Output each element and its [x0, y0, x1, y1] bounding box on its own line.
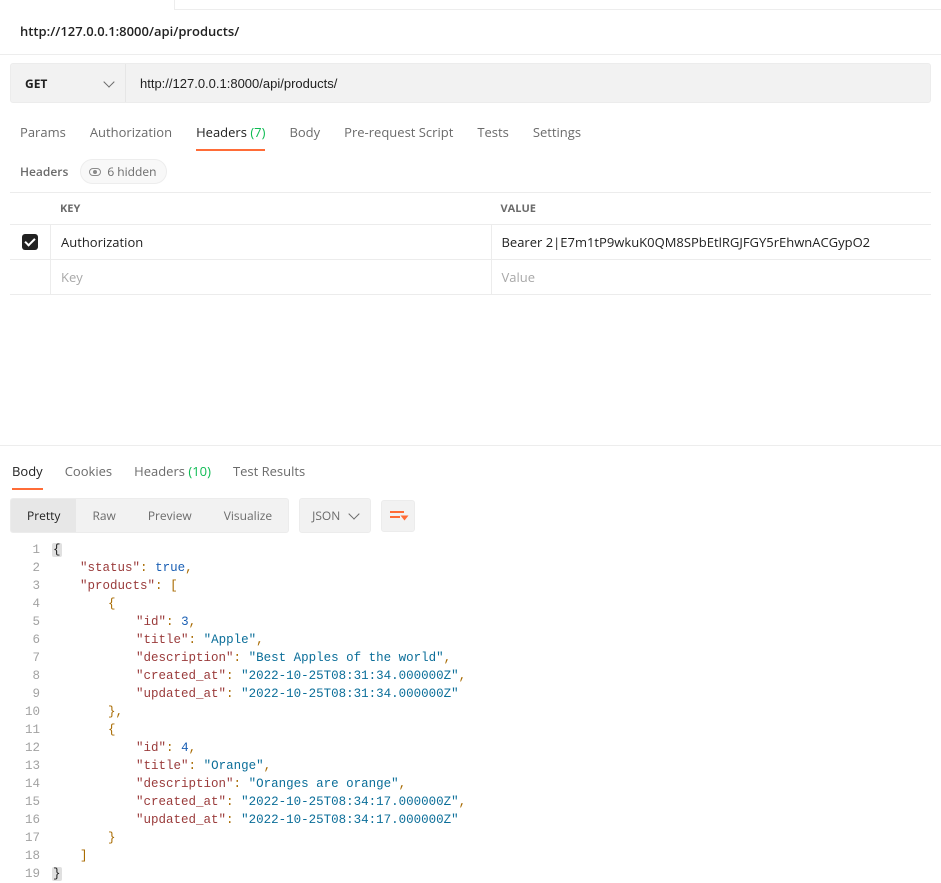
line-number: 13: [10, 757, 40, 775]
resp-tab-test-results[interactable]: Test Results: [233, 452, 305, 490]
row-value[interactable]: Bearer 2|E7m1tP9wkuK0QM8SPbEtlRGJFGY5rEh…: [491, 225, 932, 259]
resp-tab-headers[interactable]: Headers (10): [134, 452, 211, 490]
line-number: 12: [10, 739, 40, 757]
tab-headers[interactable]: Headers (7): [196, 113, 265, 151]
row-checkbox[interactable]: [22, 234, 38, 250]
line-number: 2: [10, 559, 40, 577]
hidden-count-label: 6 hidden: [107, 163, 156, 180]
request-row: GET: [10, 63, 931, 103]
row-checkbox-cell: [10, 225, 50, 259]
line-number: 11: [10, 721, 40, 739]
request-tabs: Params Authorization Headers (7) Body Pr…: [0, 113, 941, 151]
wrap-icon: [390, 510, 406, 522]
table-row: Authorization Bearer 2|E7m1tP9wkuK0QM8SP…: [10, 225, 931, 260]
line-number: 4: [10, 595, 40, 613]
format-select[interactable]: JSON: [299, 498, 371, 533]
chevron-down-icon: [103, 76, 114, 87]
line-number: 8: [10, 667, 40, 685]
resp-tab-headers-label: Headers: [134, 462, 185, 480]
line-number: 3: [10, 577, 40, 595]
line-number: 10: [10, 703, 40, 721]
eye-icon: [89, 168, 101, 176]
line-number: 19: [10, 865, 40, 883]
request-url-input[interactable]: [126, 64, 930, 102]
line-number: 18: [10, 847, 40, 865]
tab-prerequest[interactable]: Pre-request Script: [344, 113, 453, 151]
tab-tests[interactable]: Tests: [477, 113, 508, 151]
resp-tab-cookies[interactable]: Cookies: [65, 452, 112, 490]
table-header-value: VALUE: [491, 193, 932, 224]
row-key[interactable]: Authorization: [50, 225, 491, 259]
tab-headers-count: (7): [250, 123, 265, 141]
resp-tab-headers-count: (10): [188, 462, 211, 480]
line-number: 5: [10, 613, 40, 631]
response-toolbar: Pretty Raw Preview Visualize JSON: [10, 498, 931, 533]
breadcrumb: http://127.0.0.1:8000/api/products/: [0, 10, 941, 55]
tab-settings[interactable]: Settings: [533, 113, 581, 151]
line-number: 14: [10, 775, 40, 793]
row-checkbox-cell-empty: [10, 260, 50, 294]
headers-subheader: Headers 6 hidden: [0, 151, 941, 192]
hidden-headers-toggle[interactable]: 6 hidden: [80, 159, 167, 184]
response-tabs: Body Cookies Headers (10) Test Results: [10, 452, 931, 490]
row-key-placeholder[interactable]: Key: [50, 260, 491, 294]
resp-tab-body[interactable]: Body: [12, 452, 43, 490]
tab-authorization[interactable]: Authorization: [90, 113, 172, 151]
http-method-value: GET: [25, 75, 47, 92]
line-number: 6: [10, 631, 40, 649]
wrap-lines-button[interactable]: [381, 500, 415, 532]
tab-body[interactable]: Body: [289, 113, 320, 151]
table-row-empty: Key Value: [10, 260, 931, 294]
active-tab-spacer: [0, 0, 175, 10]
response-code-area: 1 2 3 4 5 6 7 8 9 10 11 12 13 14 15 16 1…: [10, 541, 931, 883]
row-value-placeholder[interactable]: Value: [491, 260, 932, 294]
line-number: 7: [10, 649, 40, 667]
tab-params[interactable]: Params: [20, 113, 66, 151]
line-number: 1: [10, 541, 40, 559]
table-header-checkbox-col: [10, 193, 50, 224]
line-number: 15: [10, 793, 40, 811]
response-section: Body Cookies Headers (10) Test Results P…: [0, 445, 941, 883]
view-preview-button[interactable]: Preview: [132, 499, 208, 532]
line-number: 9: [10, 685, 40, 703]
chevron-down-icon: [349, 508, 360, 519]
http-method-select[interactable]: GET: [11, 64, 126, 102]
line-number-gutter: 1 2 3 4 5 6 7 8 9 10 11 12 13 14 15 16 1…: [10, 541, 52, 883]
response-spacer: [0, 295, 941, 445]
table-header-row: KEY VALUE: [10, 193, 931, 225]
format-value: JSON: [312, 507, 340, 524]
view-visualize-button[interactable]: Visualize: [208, 499, 288, 532]
view-raw-button[interactable]: Raw: [76, 499, 131, 532]
line-number: 17: [10, 829, 40, 847]
headers-title: Headers: [20, 163, 68, 180]
view-mode-group: Pretty Raw Preview Visualize: [10, 498, 289, 533]
headers-table: KEY VALUE Authorization Bearer 2|E7m1tP9…: [10, 192, 931, 295]
tab-headers-label: Headers: [196, 123, 247, 141]
tab-bar: [0, 0, 941, 10]
table-header-key: KEY: [50, 193, 491, 224]
view-pretty-button[interactable]: Pretty: [11, 499, 76, 532]
line-number: 16: [10, 811, 40, 829]
code-body[interactable]: { "status": true, "products": [ { "id": …: [52, 541, 931, 883]
